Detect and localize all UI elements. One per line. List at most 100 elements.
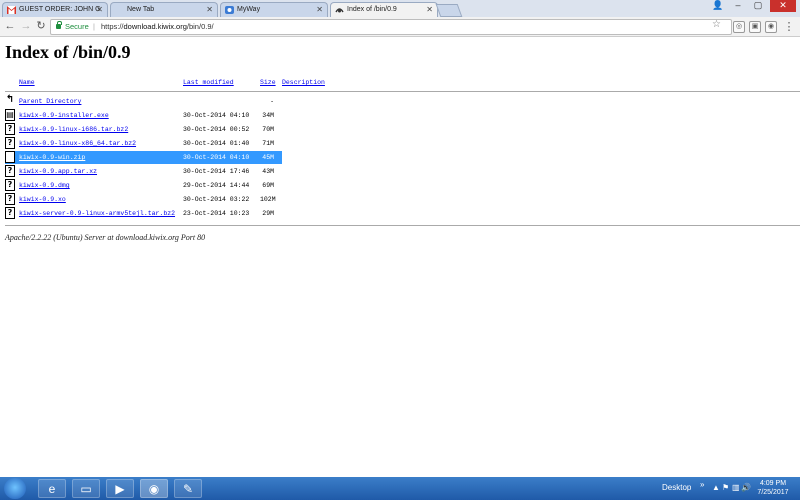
- modified-cell: 29-Oct-2014 14:44: [183, 182, 250, 189]
- unknown-file-icon: ?: [5, 207, 15, 219]
- new-tab-button[interactable]: [435, 4, 463, 17]
- page-icon: [335, 6, 344, 14]
- url-text: https://download.kiwix.org/bin/0.9/: [101, 20, 214, 34]
- url-path: /bin/0.9/: [186, 22, 214, 31]
- size-cell: 71M: [262, 140, 274, 147]
- myway-icon: [225, 6, 234, 14]
- table-row: ? kiwix-server-0.9-linux-armv5tejl.tar.b…: [5, 207, 345, 220]
- extension-icon[interactable]: ◎: [733, 21, 745, 33]
- parent-directory-link[interactable]: Parent Directory: [19, 95, 81, 108]
- modified-cell: 30-Oct-2014 04:10: [183, 112, 250, 119]
- paint-icon[interactable]: ✎: [174, 479, 202, 498]
- file-link[interactable]: kiwix-0.9-linux-i686.tar.bz2: [19, 123, 128, 136]
- table-row: ? kiwix-0.9-linux-x86_64.tar.bz2 30-Oct-…: [5, 137, 345, 150]
- maximize-icon[interactable]: ▢: [748, 0, 768, 12]
- divider: [5, 91, 800, 92]
- internet-explorer-icon[interactable]: e: [38, 479, 66, 498]
- close-tab-icon[interactable]: ✕: [206, 3, 213, 17]
- size-cell: 29M: [262, 210, 274, 217]
- file-link[interactable]: kiwix-server-0.9-linux-armv5tejl.tar.bz2: [19, 207, 175, 220]
- close-tab-icon[interactable]: ✕: [96, 3, 103, 17]
- clock-date: 7/25/2017: [757, 489, 789, 496]
- url-separator: |: [93, 22, 95, 31]
- table-row: ▤ kiwix-0.9-installer.exe 30-Oct-2014 04…: [5, 109, 345, 122]
- table-row-selected: ? kiwix-0.9-win.zip 30-Oct-2014 04:10 45…: [5, 151, 282, 164]
- size-cell: 43M: [262, 168, 274, 175]
- tab-new-tab[interactable]: New Tab ✕: [110, 2, 218, 17]
- file-link[interactable]: kiwix-0.9.dmg: [19, 179, 70, 192]
- server-signature: Apache/2.2.22 (Ubuntu) Server at downloa…: [5, 233, 206, 242]
- tab-gmail[interactable]: GUEST ORDER: JOHN G ✕: [2, 2, 108, 17]
- modified-cell: 30-Oct-2014 17:46: [183, 168, 250, 175]
- unknown-file-icon: ?: [5, 123, 15, 135]
- size-cell: 69M: [262, 182, 274, 189]
- clock-time: 4:09 PM: [759, 480, 787, 487]
- chrome-icon[interactable]: ◉: [140, 479, 168, 498]
- extension-icon[interactable]: ▣: [749, 21, 761, 33]
- minimize-icon[interactable]: –: [728, 0, 748, 12]
- clock[interactable]: 4:09 PM 7/25/2017: [750, 479, 796, 497]
- size-cell: 45M: [262, 154, 274, 161]
- size-cell: -: [270, 98, 274, 105]
- sort-name-link[interactable]: Name: [19, 79, 35, 86]
- media-player-icon[interactable]: ▶: [106, 479, 134, 498]
- modified-cell: 23-Oct-2014 10:23: [183, 210, 250, 217]
- file-link[interactable]: kiwix-0.9-linux-x86_64.tar.bz2: [19, 137, 136, 150]
- table-row: ? kiwix-0.9.xo 30-Oct-2014 03:22 102M: [5, 193, 345, 206]
- size-cell: 34M: [262, 112, 274, 119]
- reload-icon[interactable]: ↻: [35, 20, 47, 32]
- chevron-icon[interactable]: »: [700, 480, 704, 489]
- bookmark-star-icon[interactable]: ☆: [712, 19, 721, 30]
- user-profile-icon[interactable]: 👤: [708, 0, 728, 12]
- unknown-file-icon: ?: [5, 165, 15, 177]
- close-tab-icon[interactable]: ✕: [426, 3, 433, 17]
- gmail-icon: [7, 6, 16, 14]
- menu-icon[interactable]: ⋮: [783, 21, 795, 33]
- desktop-toolbar-label[interactable]: Desktop: [662, 483, 691, 492]
- unknown-file-icon: ?: [5, 137, 15, 149]
- back-arrow-icon: ↰: [5, 94, 15, 105]
- modified-cell: 30-Oct-2014 04:10: [183, 154, 250, 161]
- extension-icon[interactable]: ◉: [765, 21, 777, 33]
- lock-icon: [56, 21, 62, 29]
- window-close-icon[interactable]: ✕: [770, 0, 796, 12]
- tray-arrow-icon[interactable]: ▲: [712, 483, 720, 492]
- file-link[interactable]: kiwix-0.9.xo: [19, 193, 66, 206]
- sort-size-link[interactable]: Size: [260, 79, 276, 86]
- size-cell: 70M: [262, 126, 274, 133]
- file-link[interactable]: kiwix-0.9-installer.exe: [19, 109, 109, 122]
- executable-icon: ▤: [5, 109, 15, 121]
- unknown-file-icon: ?: [5, 179, 15, 191]
- tab-myway[interactable]: MyWay ✕: [220, 2, 328, 17]
- secure-label: Secure: [65, 22, 89, 31]
- back-icon[interactable]: ←: [4, 20, 16, 32]
- forward-icon[interactable]: →: [20, 20, 32, 32]
- file-link[interactable]: kiwix-0.9.app.tar.xz: [19, 165, 97, 178]
- sort-modified-link[interactable]: Last modified: [183, 79, 234, 86]
- sort-description-link[interactable]: Description: [282, 79, 325, 86]
- parent-directory-row: ↰ Parent Directory -: [5, 95, 345, 108]
- browser-toolbar: ← → ↻ Secure | https://download.kiwix.or…: [0, 17, 800, 37]
- table-row: ? kiwix-0.9.app.tar.xz 30-Oct-2014 17:46…: [5, 165, 345, 178]
- network-icon[interactable]: ▥: [732, 483, 740, 492]
- taskbar: e ▭ ▶ ◉ ✎ Desktop » ▲ ⚑ ▥ 🔊 4:09 PM 7/25…: [0, 477, 800, 500]
- divider: [5, 225, 800, 226]
- start-button[interactable]: [4, 478, 26, 499]
- flag-icon[interactable]: ⚑: [722, 483, 729, 492]
- unknown-file-icon: ?: [5, 193, 15, 205]
- tab-label: GUEST ORDER: JOHN G: [19, 6, 101, 13]
- file-link[interactable]: kiwix-0.9-win.zip: [19, 151, 85, 164]
- page-title: Index of /bin/0.9: [5, 42, 131, 62]
- file-explorer-icon[interactable]: ▭: [72, 479, 100, 498]
- url-prefix: https://: [101, 22, 124, 31]
- url-host: download.kiwix.org: [123, 22, 187, 31]
- modified-cell: 30-Oct-2014 01:40: [183, 140, 250, 147]
- tab-index-of-bin[interactable]: Index of /bin/0.9 ✕: [330, 2, 438, 17]
- modified-cell: 30-Oct-2014 03:22: [183, 196, 250, 203]
- tab-label: New Tab: [127, 6, 155, 13]
- close-tab-icon[interactable]: ✕: [316, 3, 323, 17]
- page-content: Index of /bin/0.9 Name Last modified Siz…: [0, 37, 800, 477]
- address-bar[interactable]: Secure | https://download.kiwix.org/bin/…: [50, 19, 732, 35]
- tab-strip: GUEST ORDER: JOHN G ✕ New Tab ✕ MyWay ✕ …: [0, 0, 800, 17]
- table-row: ? kiwix-0.9-linux-i686.tar.bz2 30-Oct-20…: [5, 123, 345, 136]
